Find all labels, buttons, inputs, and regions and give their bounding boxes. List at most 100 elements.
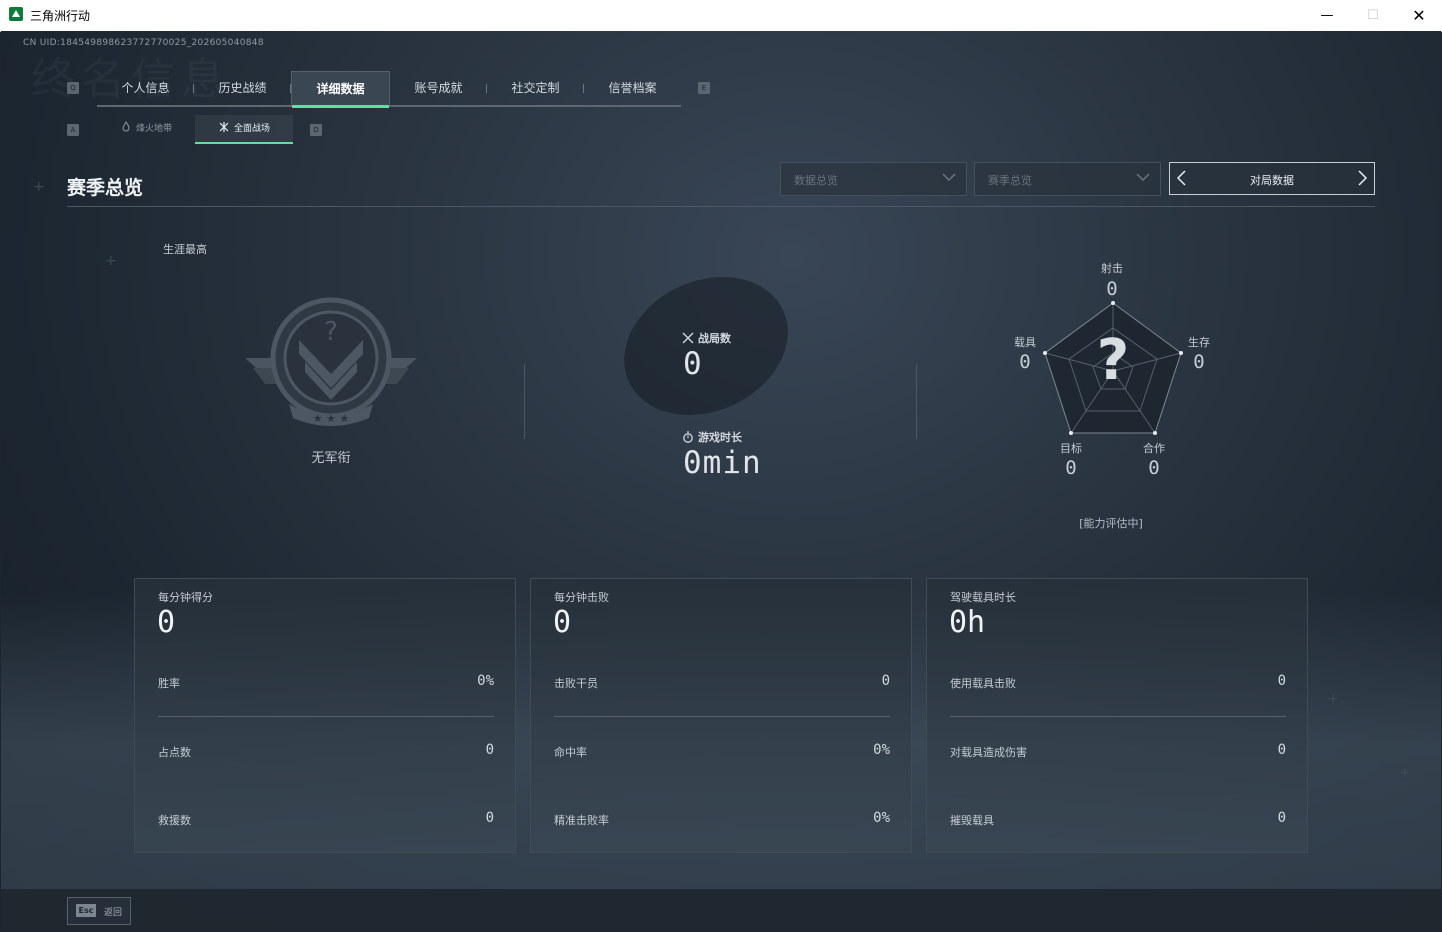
radar-label-objective: 目标 bbox=[1060, 442, 1082, 455]
svg-text:★ ★ ★: ★ ★ ★ bbox=[313, 412, 350, 425]
card-divider bbox=[158, 716, 494, 717]
stat-row-label: 救援数 bbox=[158, 814, 191, 827]
back-button[interactable]: Esc 返回 bbox=[67, 897, 131, 925]
card-main-value: 0 bbox=[553, 605, 572, 640]
stat-row-value: 0 bbox=[881, 673, 890, 689]
matches-value: 0 bbox=[683, 346, 703, 382]
label-text: 游戏时长 bbox=[698, 431, 742, 444]
playtime-label: 游戏时长 bbox=[682, 429, 742, 445]
tab-achievements[interactable]: 账号成就 bbox=[390, 71, 487, 105]
crossed-swords-icon bbox=[682, 332, 694, 344]
key-hint-e[interactable]: E bbox=[698, 82, 710, 94]
stat-row-label: 占点数 bbox=[158, 746, 191, 759]
season-dropdown[interactable]: 赛季总览 bbox=[974, 162, 1161, 196]
tab-extraction-mode[interactable]: 烽火地带 bbox=[97, 115, 195, 143]
tab-label: 烽火地带 bbox=[135, 124, 172, 134]
card-title: 每分钟击败 bbox=[554, 591, 609, 604]
card-main-value: 0 bbox=[157, 605, 176, 640]
key-hint-q[interactable]: Q bbox=[67, 82, 79, 94]
stat-row-value: 0 bbox=[485, 810, 494, 826]
section-divider bbox=[524, 364, 525, 439]
stat-row: 精准击败率 0% bbox=[554, 808, 890, 830]
crosshair-decor: + bbox=[105, 253, 117, 269]
career-best-label: 生涯最高 bbox=[163, 243, 207, 256]
label-text: 战局数 bbox=[698, 332, 731, 345]
window-titlebar: 三角洲行动 — ☐ ✕ bbox=[0, 0, 1442, 32]
minimize-button[interactable]: — bbox=[1304, 0, 1350, 31]
stat-row: 救援数 0 bbox=[158, 808, 494, 830]
stat-row: 使用载具击败 0 bbox=[950, 671, 1286, 693]
stat-row-value: 0 bbox=[1277, 742, 1286, 758]
stat-row-value: 0% bbox=[873, 810, 890, 826]
chevron-right-icon[interactable] bbox=[1356, 170, 1368, 186]
tab-social[interactable]: 社交定制 bbox=[487, 71, 584, 105]
key-hint-a[interactable]: A bbox=[67, 124, 79, 136]
playtime-value: 0min bbox=[683, 445, 762, 481]
stat-card-kills: 每分钟击败 0 击败干员 0 命中率 0% 精准击败率 0% bbox=[530, 578, 912, 853]
radar-value-survival: 0 bbox=[1193, 351, 1205, 373]
card-title: 驾驶载具时长 bbox=[950, 591, 1016, 604]
tab-profile[interactable]: 个人信息 bbox=[97, 71, 194, 105]
main-tabs: 个人信息 历史战绩 详细数据 账号成就 社交定制 信誉档案 bbox=[97, 71, 681, 108]
dropdown-value: 赛季总览 bbox=[988, 174, 1032, 187]
tab-reputation[interactable]: 信誉档案 bbox=[584, 71, 681, 105]
crosshair-decor: + bbox=[1327, 691, 1339, 707]
esc-key-hint: Esc bbox=[76, 904, 96, 917]
radar-value-teamwork: 0 bbox=[1148, 457, 1160, 479]
dropdown-value: 数据总览 bbox=[794, 174, 838, 187]
stat-row-label: 摧毁载具 bbox=[950, 814, 994, 827]
stat-card-vehicle: 驾驶载具时长 0h 使用载具击败 0 对载具造成伤害 0 摧毁载具 0 bbox=[926, 578, 1308, 853]
card-divider bbox=[554, 716, 890, 717]
matches-label: 战局数 bbox=[682, 330, 731, 346]
stat-row-label: 击败干员 bbox=[554, 677, 598, 690]
card-divider bbox=[950, 716, 1286, 717]
stat-row: 占点数 0 bbox=[158, 740, 494, 762]
stat-row-label: 对载具造成伤害 bbox=[950, 746, 1027, 759]
match-data-pager: 对局数据 bbox=[1169, 162, 1375, 195]
stat-row-label: 胜率 bbox=[158, 677, 180, 690]
radar-label-survival: 生存 bbox=[1188, 336, 1210, 349]
window-title: 三角洲行动 bbox=[30, 9, 91, 23]
app-logo-icon bbox=[9, 7, 23, 21]
key-hint-d[interactable]: D bbox=[310, 124, 322, 136]
tab-label: 详细数据 bbox=[316, 82, 365, 96]
stat-row: 对载具造成伤害 0 bbox=[950, 740, 1286, 762]
pager-label: 对局数据 bbox=[1250, 174, 1294, 187]
flame-icon bbox=[122, 121, 130, 132]
radar-value-objective: 0 bbox=[1065, 457, 1077, 479]
crosshair-decor: + bbox=[1399, 765, 1411, 781]
stat-row-value: 0 bbox=[1277, 673, 1286, 689]
stat-card-score: 每分钟得分 0 胜率 0% 占点数 0 救援数 0 bbox=[134, 578, 516, 853]
chevron-down-icon bbox=[1136, 173, 1150, 181]
maximize-button[interactable]: ☐ bbox=[1350, 0, 1396, 31]
header-divider bbox=[67, 206, 1375, 207]
bottom-bar: Esc 返回 bbox=[1, 889, 1441, 931]
stat-row-label: 精准击败率 bbox=[554, 814, 609, 827]
stat-row-value: 0% bbox=[873, 742, 890, 758]
game-viewport: 终名信息 + + + + CN UID:18454989862377277002… bbox=[1, 31, 1441, 931]
active-tab-indicator bbox=[292, 105, 389, 108]
rank-emblem-icon: ? ★ ★ ★ bbox=[245, 297, 417, 426]
player-uid: CN UID:184549898623772770025_20260504084… bbox=[23, 38, 264, 48]
page-title: 赛季总览 bbox=[67, 177, 144, 199]
tab-history[interactable]: 历史战绩 bbox=[194, 71, 291, 105]
stat-row: 命中率 0% bbox=[554, 740, 890, 762]
ability-status: [能力评估中] bbox=[1079, 517, 1143, 530]
close-button[interactable]: ✕ bbox=[1396, 0, 1442, 31]
background-dish bbox=[601, 251, 811, 441]
radar-label-teamwork: 合作 bbox=[1143, 442, 1165, 455]
tab-detailed-data[interactable]: 详细数据 bbox=[291, 71, 390, 108]
radar-label-vehicle: 载具 bbox=[1014, 336, 1036, 349]
stopwatch-icon bbox=[683, 431, 693, 443]
radar-label-shooting: 射击 bbox=[1101, 262, 1123, 275]
mode-tabs: 烽火地带 全面战场 bbox=[97, 115, 293, 144]
rank-name: 无军衔 bbox=[311, 451, 351, 466]
card-main-value: 0h bbox=[949, 605, 986, 640]
radar-value-vehicle: 0 bbox=[1019, 351, 1031, 373]
tab-warfare-mode[interactable]: 全面战场 bbox=[195, 115, 293, 144]
tab-label: 全面战场 bbox=[233, 124, 270, 134]
stat-row-value: 0% bbox=[477, 673, 494, 689]
card-title: 每分钟得分 bbox=[158, 591, 213, 604]
data-type-dropdown[interactable]: 数据总览 bbox=[780, 162, 967, 196]
section-divider bbox=[916, 364, 917, 439]
